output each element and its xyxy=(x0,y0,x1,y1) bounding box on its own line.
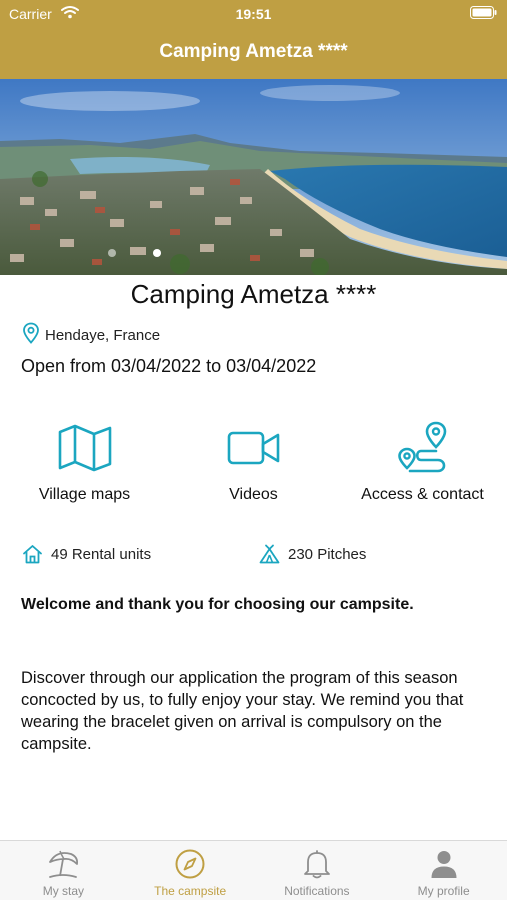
tab-my-stay-label: My stay xyxy=(42,884,85,898)
bell-icon xyxy=(303,850,330,879)
videos-button[interactable]: Videos xyxy=(169,420,338,504)
opening-dates: Open from 03/04/2022 to 03/04/2022 xyxy=(21,356,317,376)
tab-my-stay[interactable]: My stay xyxy=(0,841,127,900)
rental-units-text: 49 Rental units xyxy=(51,545,152,563)
tab-my-profile-label: My profile xyxy=(417,884,470,898)
tent-icon xyxy=(259,544,280,564)
location-pin-icon xyxy=(22,322,40,349)
tab-the-campsite-label: The campsite xyxy=(154,884,227,898)
tab-notifications[interactable]: Notifications xyxy=(254,841,381,900)
village-maps-button[interactable]: Village maps xyxy=(0,420,169,504)
tab-my-profile[interactable]: My profile xyxy=(380,841,507,900)
route-icon xyxy=(397,421,446,473)
welcome-message: Welcome and thank you for choosing our c… xyxy=(21,596,414,613)
location-text: Hendaye, France xyxy=(45,327,161,344)
carousel-dot[interactable] xyxy=(108,249,116,257)
pitches-stat: 230 Pitches xyxy=(259,544,366,564)
tab-the-campsite[interactable]: The campsite xyxy=(127,841,254,900)
campsite-photo-carousel[interactable] xyxy=(0,79,507,275)
navigation-bar: Camping Ametza **** xyxy=(0,28,507,79)
village-maps-label: Village maps xyxy=(38,486,131,503)
page-title: Camping Ametza **** xyxy=(159,41,348,62)
access-contact-button[interactable]: Access & contact xyxy=(338,420,507,504)
pitches-text: 230 Pitches xyxy=(288,545,367,563)
compass-icon xyxy=(175,849,205,879)
person-icon xyxy=(431,851,457,878)
house-icon xyxy=(23,545,42,564)
clock: 19:51 xyxy=(235,6,272,22)
status-bar: Carrier 19:51 xyxy=(0,0,507,28)
beach-umbrella-icon xyxy=(49,850,79,878)
location-row: Hendaye, France xyxy=(22,322,160,349)
campsite-name: Camping Ametza **** xyxy=(130,279,377,309)
map-icon xyxy=(58,424,111,472)
rental-units-stat: 49 Rental units xyxy=(22,544,151,564)
tab-notifications-label: Notifications xyxy=(284,884,350,898)
carousel-dot-active[interactable] xyxy=(153,249,161,257)
campsite-photo xyxy=(0,79,507,275)
description-text: Discover through our application the pro… xyxy=(21,669,464,753)
videos-label: Videos xyxy=(229,486,278,503)
battery-icon xyxy=(470,6,497,24)
tab-bar: My stay The campsite Notifications My pr… xyxy=(0,840,507,900)
access-contact-label: Access & contact xyxy=(361,486,484,503)
video-camera-icon xyxy=(227,431,279,465)
